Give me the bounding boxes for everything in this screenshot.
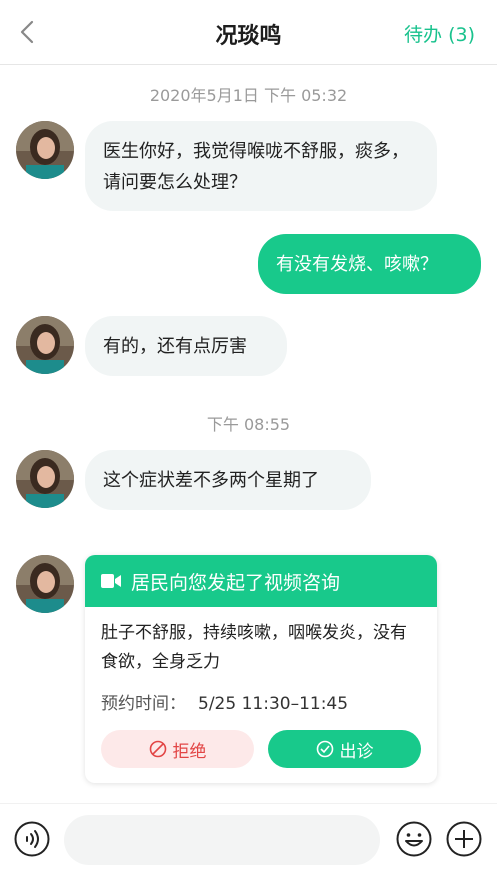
reject-icon (149, 740, 166, 758)
consult-card-title: 居民向您发起了视频咨询 (131, 571, 341, 594)
timestamp: 下午 08:55 (206, 415, 291, 434)
voice-icon (14, 821, 50, 857)
incoming-message-bubble: 医生你好，我觉得喉咙不舒服，痰多，请问要怎么处理？ (85, 121, 437, 211)
video-icon (101, 574, 121, 588)
reject-button[interactable]: 拒绝 (101, 730, 254, 768)
accept-label: 出诊 (339, 741, 374, 762)
voice-button[interactable] (14, 821, 50, 857)
incoming-message-bubble: 这个症状差不多两个星期了 (85, 450, 371, 510)
accept-button[interactable]: 出诊 (268, 730, 421, 768)
appointment-label: 预约时间： (101, 694, 186, 714)
emoji-icon (396, 821, 432, 857)
consult-description: 肚子不舒服，持续咳嗽，咽喉发炎，没有食欲，全身乏力 (101, 623, 407, 672)
reject-label: 拒绝 (172, 741, 207, 762)
avatar[interactable] (16, 450, 74, 508)
appointment-time: 预约时间： 5/25 11:30–11:45 (101, 689, 421, 714)
message-input[interactable] (64, 815, 380, 865)
timestamp: 2020年5月1日 下午 05:32 (149, 86, 348, 105)
avatar[interactable] (16, 121, 74, 179)
avatar[interactable] (16, 316, 74, 374)
consult-card-header: 居民向您发起了视频咨询 (85, 555, 437, 607)
avatar[interactable] (16, 555, 74, 613)
accept-check-icon (316, 740, 333, 758)
video-consult-card: 居民向您发起了视频咨询 肚子不舒服，持续咳嗽，咽喉发炎，没有食欲，全身乏力 预约… (85, 555, 437, 783)
plus-icon (446, 821, 482, 857)
outgoing-message-bubble: 有没有发烧、咳嗽？ (258, 234, 481, 294)
todo-button[interactable]: 待办 (3) (404, 20, 475, 47)
emoji-button[interactable] (396, 821, 432, 857)
plus-button[interactable] (446, 821, 482, 857)
incoming-message-bubble: 有的，还有点厉害 (85, 316, 287, 376)
appointment-value: 5/25 11:30–11:45 (198, 694, 349, 714)
input-bar (0, 803, 497, 884)
chat-header: 况琰鸣 待办 (3) (0, 0, 497, 65)
